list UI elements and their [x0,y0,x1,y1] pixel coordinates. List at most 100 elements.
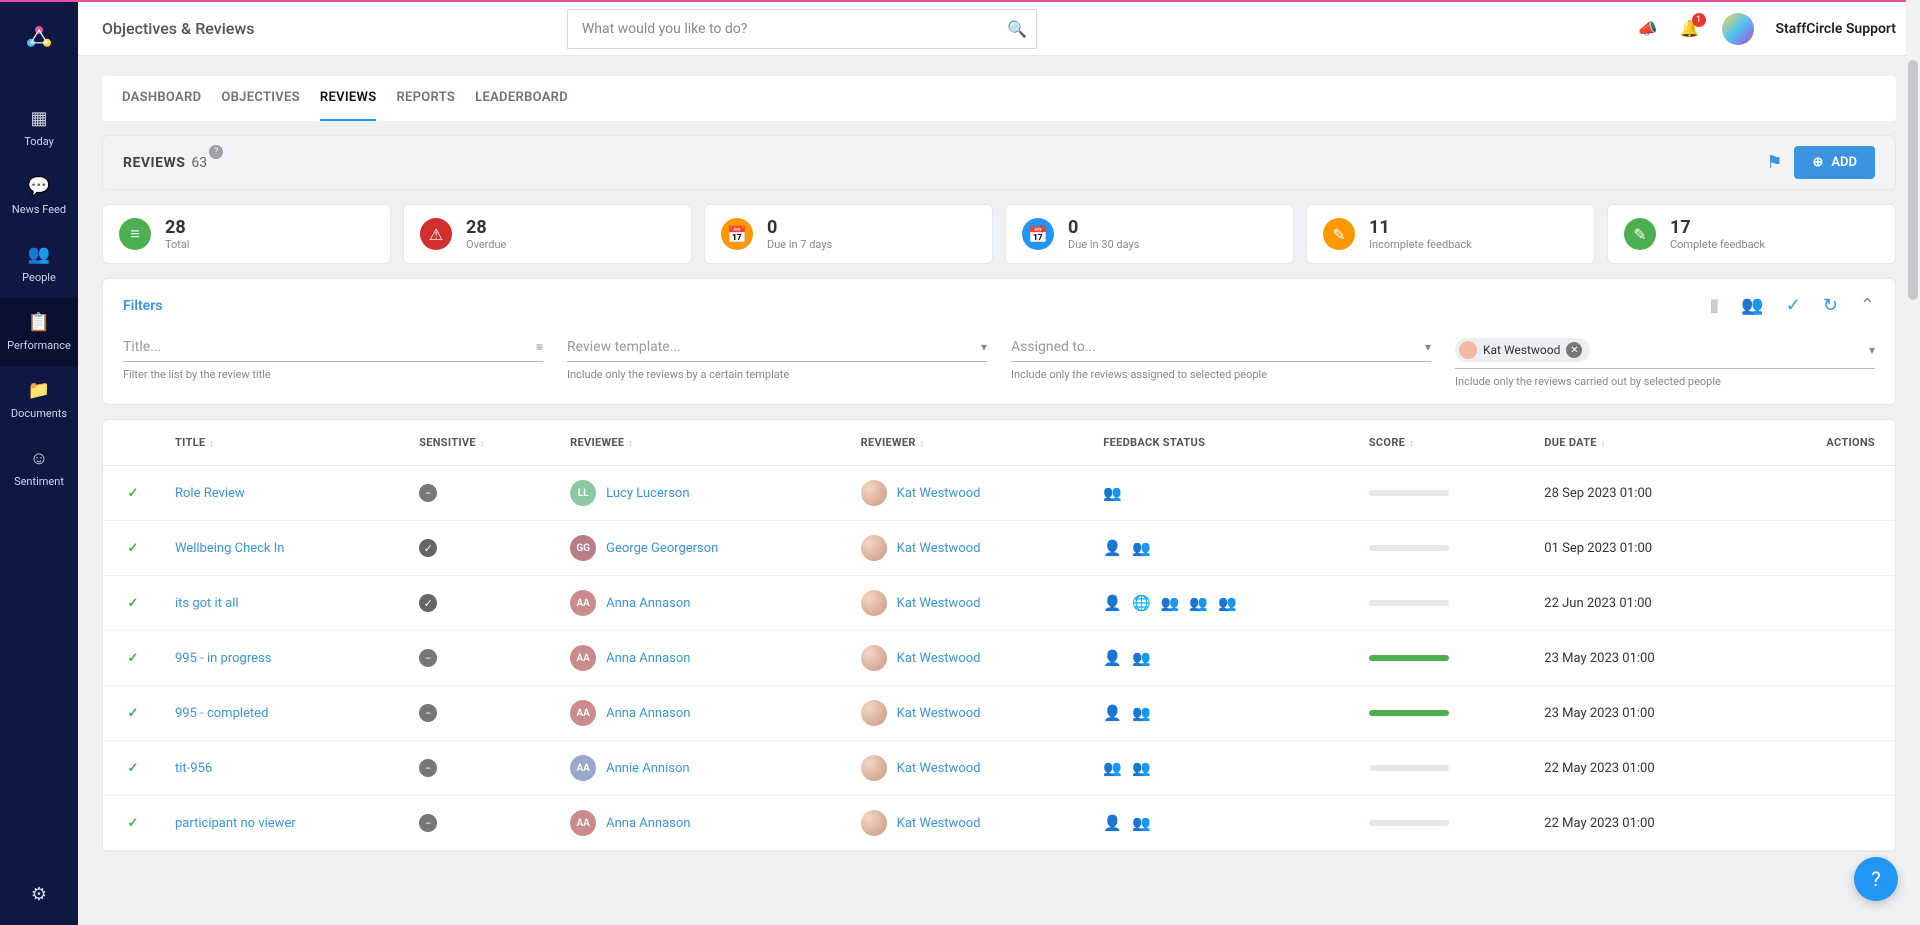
filter-template-select[interactable] [567,339,975,355]
scrollbar[interactable] [1906,0,1920,923]
search-input[interactable] [567,9,1037,49]
reviewee-link[interactable]: Lucy Lucerson [606,486,689,501]
tab-objectives[interactable]: OBJECTIVES [221,76,300,121]
stat-card[interactable]: 📅 0 Due in 30 days [1005,204,1294,264]
stat-number: 28 [466,217,506,238]
flag-icon[interactable]: ⚑ [1766,152,1782,173]
sidebar-item-label: Today [24,135,54,148]
search-icon[interactable]: 🔍 [1007,19,1027,38]
announce-icon[interactable]: 📣 [1638,19,1658,38]
filter-icon[interactable]: ≡ [536,340,543,354]
reviewee-link[interactable]: Annie Annison [606,761,689,776]
sensitive-icon: − [419,704,437,722]
col-sensitive[interactable]: SENSITIVE [407,420,558,466]
reviewer-link[interactable]: Kat Westwood [897,596,981,611]
avatar: LL [570,480,596,506]
table-row: ✓ tit-956 − AA Annie Annison Kat Westwoo… [103,741,1895,796]
filter-assigned-select[interactable] [1011,339,1419,355]
feedback-status-icon: 👥 [1103,484,1122,502]
page-title: Objectives & Reviews [102,19,254,38]
reviewee-link[interactable]: Anna Annason [606,651,690,666]
avatar [1459,341,1477,359]
avatar [861,645,887,671]
avatar: GG [570,535,596,561]
feedback-status-icon: 👥 [1132,649,1151,667]
sidebar-item-label: Performance [7,339,71,352]
review-title-link[interactable]: its got it all [175,596,239,611]
stat-label: Incomplete feedback [1369,238,1472,251]
sidebar-item-today[interactable]: ▦ Today [0,94,78,162]
review-title-link[interactable]: Wellbeing Check In [175,541,284,556]
review-title-link[interactable]: 995 - in progress [175,651,271,666]
col-feedback: FEEDBACK STATUS [1091,420,1357,466]
sidebar-item-documents[interactable]: 📁 Documents [0,366,78,434]
stat-card[interactable]: ✎ 17 Complete feedback [1607,204,1896,264]
reviewer-link[interactable]: Kat Westwood [897,651,981,666]
col-due[interactable]: DUE DATE [1532,420,1759,466]
chevron-down-icon[interactable]: ▾ [981,340,987,354]
search-wrap: 🔍 [567,9,1037,49]
score-bar [1369,710,1449,716]
review-title-link[interactable]: Role Review [175,486,245,501]
settings-icon[interactable]: ⚙ [31,884,47,905]
reviewee-link[interactable]: Anna Annason [606,596,690,611]
reviews-count: 63 ? [191,155,207,171]
sidebar-item-performance[interactable]: 📋 Performance [0,298,78,366]
stat-number: 0 [1068,217,1139,238]
user-avatar[interactable] [1722,13,1754,45]
review-title-link[interactable]: participant no viewer [175,816,296,831]
check-filter-icon[interactable]: ✓ [1786,295,1801,316]
chevron-down-icon[interactable]: ▾ [1869,343,1875,357]
help-fab[interactable]: ? [1854,857,1898,901]
due-date: 28 Sep 2023 01:00 [1532,466,1759,521]
remove-chip-icon[interactable]: ✕ [1566,342,1582,358]
people-filter-icon[interactable]: 👥 [1741,295,1763,316]
smile-icon: ☺ [30,448,48,469]
tab-reports[interactable]: REPORTS [396,76,455,121]
feedback-status-icon: 👥 [1218,594,1237,612]
sidebar-item-people[interactable]: 👥 People [0,230,78,298]
col-score[interactable]: SCORE [1357,420,1532,466]
stat-card[interactable]: ≡ 28 Total [102,204,391,264]
reviewer-link[interactable]: Kat Westwood [897,706,981,721]
chevron-down-icon[interactable]: ▾ [1425,340,1431,354]
tab-reviews[interactable]: REVIEWS [320,76,377,121]
help-icon[interactable]: ? [209,145,223,159]
stat-card[interactable]: 📅 0 Due in 7 days [704,204,993,264]
sidebar-item-label: Sentiment [14,475,64,488]
stat-number: 17 [1670,217,1765,238]
stat-card[interactable]: ⚠ 28 Overdue [403,204,692,264]
reviewer-link[interactable]: Kat Westwood [897,486,981,501]
review-title-link[interactable]: tit-956 [175,761,212,776]
sensitive-icon: − [419,814,437,832]
priority-icon[interactable]: ▮ [1709,295,1719,316]
check-icon: ✓ [128,486,139,501]
history-icon[interactable]: ↻ [1823,295,1838,316]
review-title-link[interactable]: 995 - completed [175,706,268,721]
avatar: AA [570,645,596,671]
reviewer-link[interactable]: Kat Westwood [897,761,981,776]
sidebar-item-news-feed[interactable]: 💬 News Feed [0,162,78,230]
tab-dashboard[interactable]: DASHBOARD [122,76,201,121]
score-bar [1369,545,1449,551]
reviewer-link[interactable]: Kat Westwood [897,541,981,556]
col-title[interactable]: TITLE [163,420,407,466]
col-reviewee[interactable]: REVIEWEE [558,420,849,466]
reviewee-link[interactable]: George Georgerson [606,541,718,556]
stat-label: Due in 7 days [767,238,832,251]
reviewee-link[interactable]: Anna Annason [606,816,690,831]
reviewee-link[interactable]: Anna Annason [606,706,690,721]
sidebar-item-label: News Feed [12,203,66,216]
tab-leaderboard[interactable]: LEADERBOARD [475,76,568,121]
sidebar-item-sentiment[interactable]: ☺ Sentiment [0,434,78,502]
filter-template-help: Include only the reviews by a certain te… [567,368,987,381]
reviewer-link[interactable]: Kat Westwood [897,816,981,831]
collapse-icon[interactable]: ⌃ [1860,295,1875,316]
col-reviewer[interactable]: REVIEWER [849,420,1092,466]
add-button[interactable]: ⊕ ADD [1794,146,1875,179]
sidebar-item-label: Documents [11,407,67,420]
bell-icon[interactable]: 🔔 1 [1680,19,1700,38]
stat-card[interactable]: ✎ 11 Incomplete feedback [1306,204,1595,264]
filter-title-input[interactable] [123,339,530,355]
due-date: 22 May 2023 01:00 [1532,741,1759,796]
